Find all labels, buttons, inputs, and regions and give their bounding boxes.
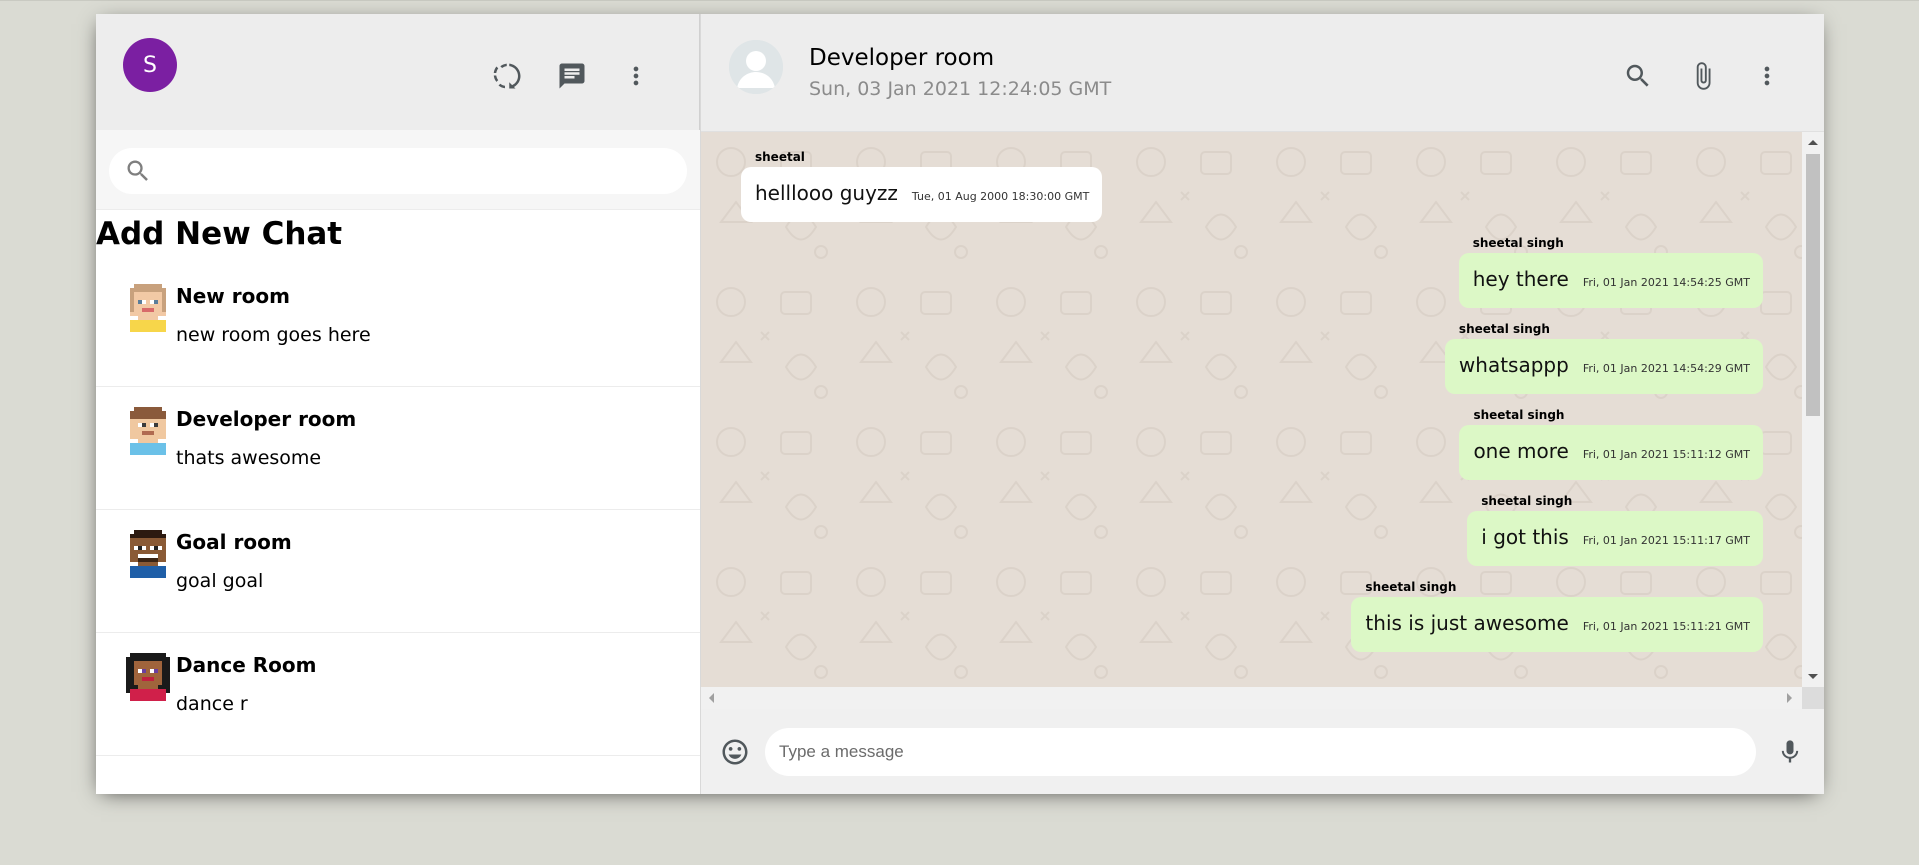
message-text: helllooo guyzz — [755, 181, 898, 205]
room-avatar — [130, 407, 166, 455]
new-chat-button[interactable] — [550, 54, 594, 98]
chat-item-name: New room — [176, 284, 290, 308]
message-time: Fri, 01 Jan 2021 14:54:29 GMT — [1582, 362, 1750, 375]
message-author: sheetal singh — [1481, 494, 1573, 508]
message-bubble: whatsappp Fri, 01 Jan 2021 14:54:29 GMT — [1444, 339, 1763, 394]
message-text: hey there — [1472, 267, 1569, 291]
chat-footer — [701, 709, 1824, 794]
message-time: Fri, 01 Jan 2021 15:11:12 GMT — [1582, 448, 1750, 461]
message-time: Tue, 01 Aug 2000 18:30:00 GMT — [911, 190, 1090, 203]
chat-item-last-message: new room goes here — [176, 324, 371, 346]
scrollbar-thumb[interactable] — [1806, 154, 1820, 416]
message: sheetal singh one more Fri, 01 Jan 2021 … — [1459, 408, 1763, 480]
search-input[interactable] — [162, 156, 687, 186]
mic-icon — [1781, 739, 1799, 762]
vertical-scrollbar[interactable] — [1802, 132, 1824, 687]
chat-title: Developer room — [809, 45, 995, 71]
last-seen: Sun, 03 Jan 2021 12:24:05 GMT — [809, 78, 1112, 100]
chat-search-button[interactable] — [1616, 54, 1660, 98]
chat-icon — [559, 63, 585, 89]
search-icon — [127, 160, 148, 181]
message-text: this is just awesome — [1365, 611, 1569, 635]
search-container — [96, 130, 700, 210]
message-input[interactable] — [765, 727, 1756, 776]
more-vert-icon — [633, 66, 639, 86]
message-bubble: hey there Fri, 01 Jan 2021 14:54:25 GMT — [1458, 253, 1763, 308]
message-time: Fri, 01 Jan 2021 15:11:21 GMT — [1582, 620, 1750, 633]
message: sheetal singh this is just awesome Fri, … — [1351, 580, 1763, 652]
scroll-left-arrow[interactable] — [709, 693, 714, 703]
emoji-icon — [722, 739, 748, 764]
chat-item-last-message: goal goal — [176, 570, 264, 592]
chat-item-new-room[interactable]: New room new room goes here — [96, 264, 700, 387]
scroll-down-arrow[interactable] — [1808, 674, 1818, 679]
message-bubble: i got this Fri, 01 Jan 2021 15:11:17 GMT — [1467, 511, 1763, 566]
emoji-button[interactable] — [717, 734, 753, 770]
message-author: sheetal singh — [1472, 236, 1564, 250]
chat-item-dance-room[interactable]: Dance Room dance r — [96, 633, 700, 756]
room-avatar — [130, 530, 166, 578]
scrollbar-corner — [1802, 687, 1824, 709]
message-text: whatsappp — [1458, 353, 1569, 377]
add-new-chat-button[interactable]: Add New Chat — [96, 210, 700, 264]
default-avatar-icon — [729, 40, 783, 94]
message-time: Fri, 01 Jan 2021 14:54:25 GMT — [1582, 276, 1750, 289]
sidebar: S Add New Chat New room new room goes he… — [96, 14, 701, 794]
horizontal-scrollbar[interactable] — [701, 687, 1824, 709]
message-author: sheetal — [755, 150, 805, 164]
chat-list: Add New Chat New room new room goes here… — [96, 210, 700, 794]
sidebar-menu-button[interactable] — [614, 54, 658, 98]
room-avatar[interactable] — [729, 40, 783, 94]
user-avatar[interactable]: S — [123, 38, 177, 92]
message-bubble: this is just awesome Fri, 01 Jan 2021 15… — [1351, 597, 1763, 652]
room-avatar — [126, 653, 170, 701]
room-avatar — [130, 284, 166, 332]
attach-icon — [1696, 62, 1711, 90]
chat-panel: Developer room Sun, 03 Jan 2021 12:24:05… — [701, 14, 1824, 794]
chat-item-goal-room[interactable]: Goal room goal goal — [96, 510, 700, 633]
search-bar — [109, 148, 687, 194]
message: sheetal singh hey there Fri, 01 Jan 2021… — [1458, 236, 1763, 308]
chat-item-name: Developer room — [176, 407, 357, 431]
more-vert-icon — [1764, 66, 1770, 86]
message-author: sheetal singh — [1473, 408, 1565, 422]
message-text: i got this — [1481, 525, 1569, 549]
message: sheetal helllooo guyzz Tue, 01 Aug 2000 … — [741, 150, 1103, 222]
chat-item-last-message: dance r — [176, 693, 248, 715]
sidebar-header: S — [96, 14, 700, 130]
scroll-right-arrow[interactable] — [1787, 693, 1792, 703]
chat-header: Developer room Sun, 03 Jan 2021 12:24:05… — [701, 14, 1824, 132]
message: sheetal singh i got this Fri, 01 Jan 202… — [1467, 494, 1763, 566]
mic-button[interactable] — [1772, 734, 1808, 770]
chat-item-last-message: thats awesome — [176, 447, 322, 469]
message-text: one more — [1473, 439, 1569, 463]
chat-item-name: Goal room — [176, 530, 292, 554]
chat-item-name: Dance Room — [176, 653, 317, 677]
browser-top-strip — [0, 0, 1919, 13]
chat-item-developer-room[interactable]: Developer room thats awesome — [96, 387, 700, 510]
scroll-up-arrow[interactable] — [1808, 140, 1818, 145]
search-icon — [1626, 64, 1649, 87]
attach-button[interactable] — [1681, 54, 1725, 98]
message-list: sheetal helllooo guyzz Tue, 01 Aug 2000 … — [701, 132, 1802, 687]
message: sheetal singh whatsappp Fri, 01 Jan 2021… — [1444, 322, 1763, 394]
message-bubble: one more Fri, 01 Jan 2021 15:11:12 GMT — [1459, 425, 1763, 480]
chat-menu-button[interactable] — [1745, 54, 1789, 98]
message-bubble: helllooo guyzz Tue, 01 Aug 2000 18:30:00… — [741, 167, 1103, 222]
message-author: sheetal singh — [1458, 322, 1550, 336]
message-author: sheetal singh — [1365, 580, 1457, 594]
status-icon — [493, 63, 521, 89]
message-time: Fri, 01 Jan 2021 15:11:17 GMT — [1582, 534, 1750, 547]
chat-body: sheetal helllooo guyzz Tue, 01 Aug 2000 … — [701, 132, 1824, 709]
status-button[interactable] — [486, 54, 530, 98]
whatsapp-app: S Add New Chat New room new room goes he… — [96, 14, 1824, 794]
